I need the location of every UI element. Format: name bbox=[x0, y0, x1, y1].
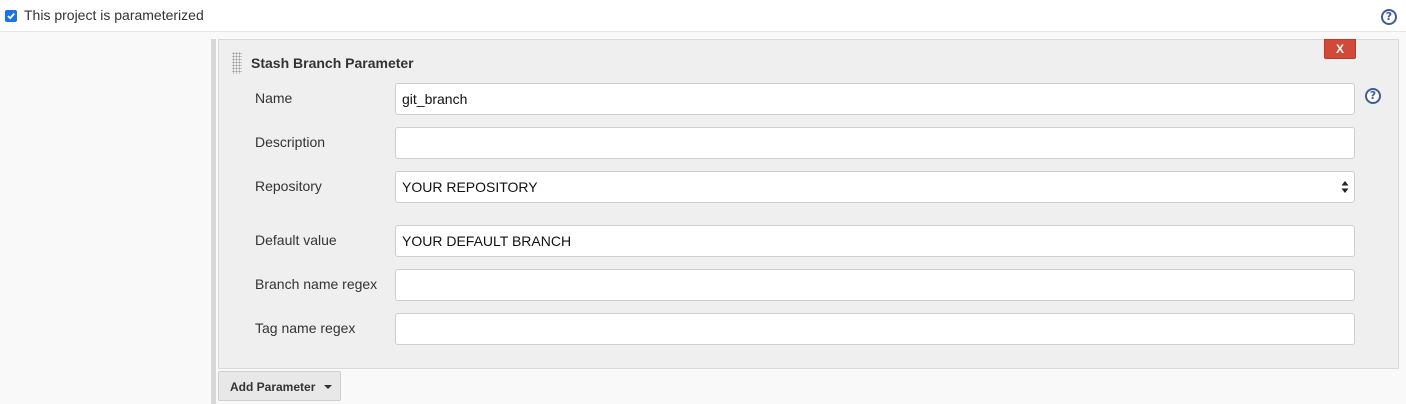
repository-selected-value: YOUR REPOSITORY bbox=[402, 179, 538, 195]
parameterized-row: This project is parameterized ? bbox=[0, 0, 1406, 32]
parameterized-checkbox[interactable] bbox=[5, 10, 17, 22]
branch-regex-label: Branch name regex bbox=[255, 276, 378, 292]
default-value-label: Default value bbox=[255, 232, 337, 248]
default-value-field[interactable] bbox=[395, 225, 1355, 257]
chevron-down-icon bbox=[324, 385, 332, 389]
name-help-icon[interactable]: ? bbox=[1365, 88, 1381, 104]
help-icon[interactable]: ? bbox=[1381, 9, 1397, 25]
checkmark-icon bbox=[7, 13, 15, 20]
tag-regex-field[interactable] bbox=[395, 313, 1355, 345]
description-field[interactable] bbox=[395, 127, 1355, 159]
branch-regex-field[interactable] bbox=[395, 269, 1355, 301]
tag-regex-label: Tag name regex bbox=[255, 320, 356, 336]
parameterized-label: This project is parameterized bbox=[24, 7, 204, 23]
add-parameter-label: Add Parameter bbox=[230, 380, 316, 394]
name-label: Name bbox=[255, 90, 293, 106]
delete-parameter-button[interactable]: X bbox=[1324, 39, 1356, 59]
section-indent-bar bbox=[211, 39, 216, 404]
parameter-title: Stash Branch Parameter bbox=[251, 55, 414, 71]
repository-select[interactable]: YOUR REPOSITORY bbox=[395, 171, 1355, 203]
add-parameter-button[interactable]: Add Parameter bbox=[218, 371, 341, 401]
description-label: Description bbox=[255, 134, 326, 150]
select-arrows-icon bbox=[1341, 181, 1349, 193]
name-field[interactable] bbox=[395, 83, 1355, 115]
repository-label: Repository bbox=[255, 178, 322, 194]
drag-handle-icon[interactable] bbox=[232, 52, 242, 74]
